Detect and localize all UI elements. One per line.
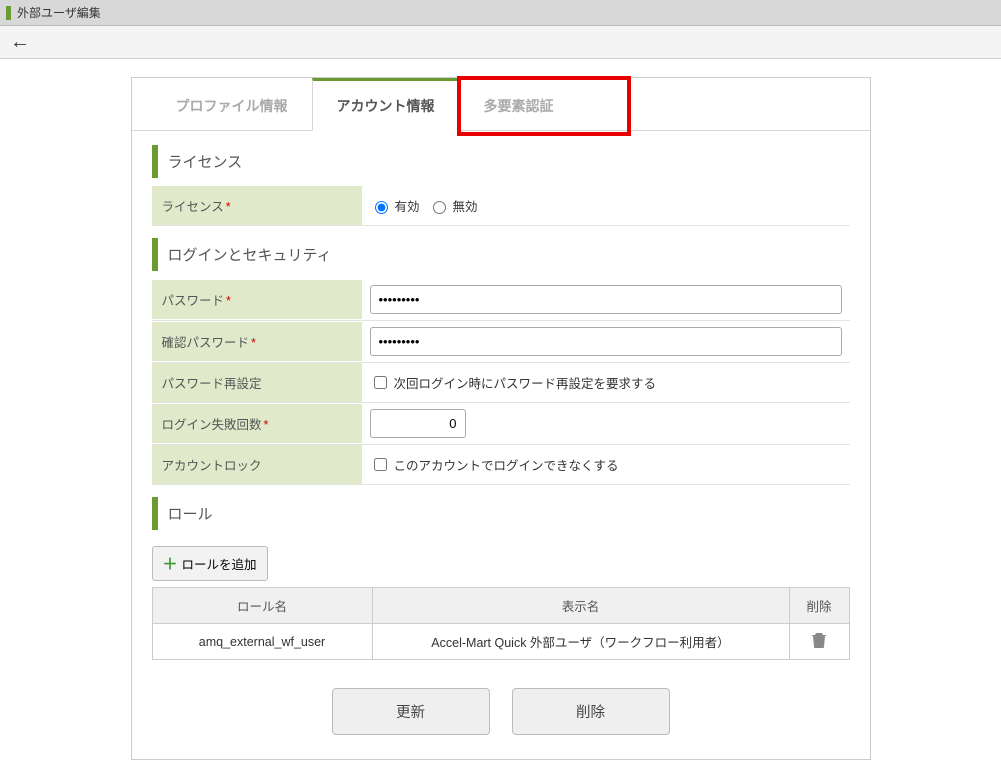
tab-bar: プロファイル情報 アカウント情報 多要素認証 (132, 78, 870, 131)
required-mark: * (226, 200, 231, 214)
delete-button[interactable]: 削除 (512, 688, 670, 735)
row-password-reset: パスワード再設定 次回ログイン時にパスワード再設定を要求する (152, 362, 850, 402)
label-login-fail-count: ログイン失敗回数* (152, 404, 362, 443)
required-mark: * (264, 418, 269, 432)
trash-icon[interactable] (812, 632, 826, 648)
content-area: プロファイル情報 アカウント情報 多要素認証 ライセンス ライセンス* 有効 (0, 59, 1001, 760)
edit-panel: プロファイル情報 アカウント情報 多要素認証 ライセンス ライセンス* 有効 (131, 77, 871, 760)
radio-invalid-input[interactable] (433, 201, 446, 214)
table-row: amq_external_wf_user Accel-Mart Quick 外部… (152, 624, 849, 660)
cell-display-name: Accel-Mart Quick 外部ユーザ（ワークフロー利用者） (372, 624, 789, 660)
label-account-lock: アカウントロック (152, 445, 362, 484)
label-license-text: ライセンス (162, 200, 224, 214)
label-confirm-password-text: 確認パスワード (162, 336, 250, 350)
row-account-lock: アカウントロック このアカウントでログインできなくする (152, 444, 850, 485)
tab-mfa[interactable]: 多要素認証 (460, 78, 578, 130)
page-title: 外部ユーザ編集 (17, 4, 101, 21)
tab-account[interactable]: アカウント情報 (312, 78, 460, 131)
radio-license-invalid[interactable]: 無効 (428, 196, 478, 215)
section-title-role: ロール (152, 497, 850, 530)
label-license: ライセンス* (152, 186, 362, 225)
login-fail-count-field[interactable] (370, 409, 466, 438)
password-field[interactable] (370, 285, 842, 314)
tab-profile[interactable]: プロファイル情報 (152, 78, 312, 130)
row-login-fail-count: ログイン失敗回数* (152, 402, 850, 444)
chk-account-lock-label: このアカウントでログインできなくする (394, 455, 619, 474)
cell-role-name: amq_external_wf_user (152, 624, 372, 660)
radio-valid-label: 有効 (395, 196, 420, 215)
row-confirm-password: 確認パスワード* (152, 320, 850, 362)
add-role-button[interactable]: ＋ ロールを追加 (152, 546, 268, 581)
row-license: ライセンス* 有効 無効 (152, 186, 850, 226)
back-arrow-icon[interactable]: ← (10, 31, 30, 53)
chk-password-reset-input[interactable] (374, 376, 387, 389)
row-password: パスワード* (152, 279, 850, 320)
window-header: 外部ユーザ編集 (0, 0, 1001, 26)
section-title-license: ライセンス (152, 145, 850, 178)
header-accent (6, 6, 11, 20)
update-button[interactable]: 更新 (332, 688, 490, 735)
label-login-fail-count-text: ログイン失敗回数 (162, 418, 262, 432)
radio-valid-input[interactable] (375, 201, 388, 214)
label-password: パスワード* (152, 280, 362, 319)
chk-password-reset-label: 次回ログイン時にパスワード再設定を要求する (394, 373, 657, 392)
radio-license-valid[interactable]: 有効 (370, 196, 420, 215)
role-table: ロール名 表示名 削除 amq_external_wf_user Accel-M… (152, 587, 850, 660)
radio-invalid-label: 無効 (453, 196, 478, 215)
plus-icon: ＋ (163, 553, 178, 574)
label-password-text: パスワード (162, 294, 225, 308)
col-header-display-name: 表示名 (372, 588, 789, 624)
chk-account-lock-input[interactable] (374, 458, 387, 471)
required-mark: * (251, 336, 256, 350)
label-confirm-password: 確認パスワード* (152, 322, 362, 361)
chk-password-reset[interactable]: 次回ログイン時にパスワード再設定を要求する (370, 373, 657, 392)
toolbar: ← (0, 26, 1001, 59)
add-role-label: ロールを追加 (182, 554, 257, 573)
confirm-password-field[interactable] (370, 327, 842, 356)
col-header-delete: 削除 (789, 588, 849, 624)
label-password-reset: パスワード再設定 (152, 363, 362, 402)
col-header-role-name: ロール名 (152, 588, 372, 624)
required-mark: * (226, 294, 231, 308)
button-row: 更新 削除 (152, 688, 850, 735)
section-title-login: ログインとセキュリティ (152, 238, 850, 271)
chk-account-lock[interactable]: このアカウントでログインできなくする (370, 455, 619, 474)
